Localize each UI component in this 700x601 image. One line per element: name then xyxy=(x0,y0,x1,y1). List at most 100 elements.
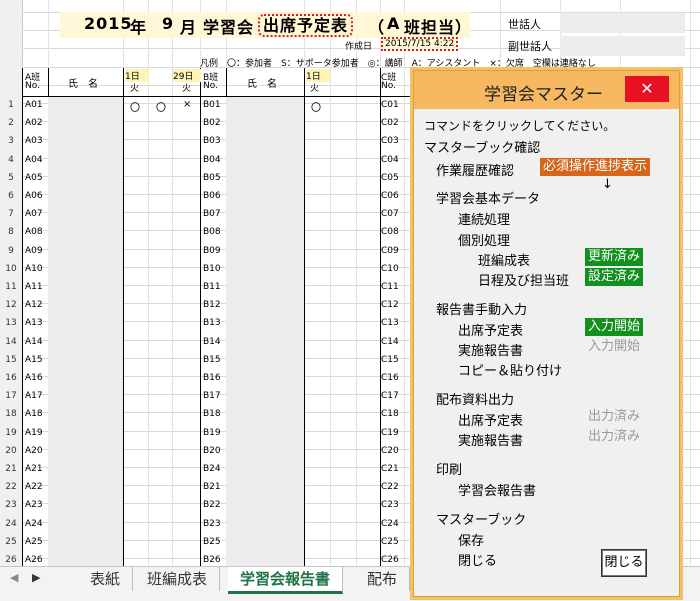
dialog-close-icon[interactable]: ✕ xyxy=(625,76,669,102)
row-number[interactable]: 5 xyxy=(0,173,22,183)
row-number[interactable]: 10 xyxy=(0,264,22,274)
b-member-id[interactable]: B15 xyxy=(203,355,221,365)
row-number[interactable]: 1 xyxy=(0,100,22,110)
b-member-id[interactable]: B10 xyxy=(203,264,221,274)
c-member-id[interactable]: C15 xyxy=(381,355,399,365)
row-number[interactable]: 23 xyxy=(0,500,22,510)
row-number[interactable]: 25 xyxy=(0,537,22,547)
c-member-id[interactable]: C01 xyxy=(381,100,399,110)
c-member-id[interactable]: C07 xyxy=(381,209,399,219)
b-member-id[interactable]: B05 xyxy=(203,173,221,183)
close-book-command[interactable]: 閉じる xyxy=(458,550,497,569)
row-number[interactable]: 7 xyxy=(0,209,22,219)
c-member-id[interactable]: C04 xyxy=(381,155,399,165)
a-member-id[interactable]: A16 xyxy=(25,373,43,383)
a-member-id[interactable]: A09 xyxy=(25,246,43,256)
row-number[interactable]: 4 xyxy=(0,155,22,165)
row-number[interactable]: 9 xyxy=(0,246,22,256)
b-member-id[interactable]: B14 xyxy=(203,337,221,347)
c-member-id[interactable]: C22 xyxy=(381,482,399,492)
a-member-id[interactable]: A23 xyxy=(25,500,43,510)
tab-cover[interactable]: 表紙 xyxy=(78,567,134,591)
a-member-id[interactable]: A01 xyxy=(25,100,43,110)
dialog-title-bar[interactable]: 学習会マスター ✕ xyxy=(414,71,679,109)
c-member-id[interactable]: C11 xyxy=(381,282,399,292)
row-number[interactable]: 17 xyxy=(0,391,22,401)
b-member-id[interactable]: B20 xyxy=(203,446,221,456)
b-member-id[interactable]: B26 xyxy=(203,555,221,565)
group-table-command[interactable]: 班編成表 xyxy=(478,250,530,269)
a-member-id[interactable]: A06 xyxy=(25,191,43,201)
b-member-id[interactable]: B24 xyxy=(203,464,221,474)
history-command[interactable]: 作業履歴確認 xyxy=(436,160,514,179)
c-member-id[interactable]: C26 xyxy=(381,555,399,565)
c-member-id[interactable]: C13 xyxy=(381,318,399,328)
c-member-id[interactable]: C02 xyxy=(381,118,399,128)
a-member-id[interactable]: A11 xyxy=(25,282,43,292)
c-member-id[interactable]: C17 xyxy=(381,391,399,401)
row-number[interactable]: 12 xyxy=(0,300,22,310)
b-member-id[interactable]: B11 xyxy=(203,282,221,292)
dist-attendance-command[interactable]: 出席予定表 xyxy=(458,410,523,429)
a-member-id[interactable]: A22 xyxy=(25,482,43,492)
c-member-id[interactable]: C09 xyxy=(381,246,399,256)
a-member-id[interactable]: A26 xyxy=(25,555,43,565)
row-number[interactable]: 26 xyxy=(0,555,22,565)
row-number[interactable]: 8 xyxy=(0,227,22,237)
c-member-id[interactable]: C24 xyxy=(381,519,399,529)
row-number[interactable]: 6 xyxy=(0,191,22,201)
b-member-id[interactable]: B01 xyxy=(203,100,221,110)
continuous-command[interactable]: 連続処理 xyxy=(458,209,510,228)
tab-distribution[interactable]: 配布 xyxy=(355,567,411,591)
b-member-id[interactable]: B03 xyxy=(203,136,221,146)
a-member-id[interactable]: A13 xyxy=(25,318,43,328)
row-number[interactable]: 22 xyxy=(0,482,22,492)
row-number[interactable]: 21 xyxy=(0,464,22,474)
b-member-id[interactable]: B21 xyxy=(203,482,221,492)
a-member-id[interactable]: A21 xyxy=(25,464,43,474)
b-member-id[interactable]: B18 xyxy=(203,409,221,419)
a-member-id[interactable]: A20 xyxy=(25,446,43,456)
a-member-id[interactable]: A17 xyxy=(25,391,43,401)
b-member-id[interactable]: B23 xyxy=(203,519,221,529)
a-member-id[interactable]: A10 xyxy=(25,264,43,274)
a-member-id[interactable]: A14 xyxy=(25,337,43,347)
tab-study-report[interactable]: 学習会報告書 xyxy=(228,567,344,594)
attendance-input-command[interactable]: 出席予定表 xyxy=(458,320,523,339)
b-member-id[interactable]: B08 xyxy=(203,227,221,237)
a-member-id[interactable]: A15 xyxy=(25,355,43,365)
row-number[interactable]: 18 xyxy=(0,409,22,419)
copy-paste-command[interactable]: コピー＆貼り付け xyxy=(458,360,562,379)
c-member-id[interactable]: C12 xyxy=(381,300,399,310)
row-number[interactable]: 14 xyxy=(0,337,22,347)
a-member-id[interactable]: A24 xyxy=(25,519,43,529)
row-number[interactable]: 16 xyxy=(0,373,22,383)
b-member-id[interactable]: B22 xyxy=(203,500,221,510)
a-member-id[interactable]: A02 xyxy=(25,118,43,128)
c-member-id[interactable]: C08 xyxy=(381,227,399,237)
a-member-id[interactable]: A12 xyxy=(25,300,43,310)
row-number[interactable]: 15 xyxy=(0,355,22,365)
c-member-id[interactable]: C16 xyxy=(381,373,399,383)
a-member-id[interactable]: A08 xyxy=(25,227,43,237)
b-member-id[interactable]: B06 xyxy=(203,191,221,201)
c-member-id[interactable]: C03 xyxy=(381,136,399,146)
c-member-id[interactable]: C19 xyxy=(381,428,399,438)
save-command[interactable]: 保存 xyxy=(458,530,484,549)
b-member-id[interactable]: B19 xyxy=(203,428,221,438)
c-member-id[interactable]: C23 xyxy=(381,500,399,510)
c-member-id[interactable]: C06 xyxy=(381,191,399,201)
master-check-command[interactable]: マスターブック確認 xyxy=(424,137,540,156)
c-member-id[interactable]: C18 xyxy=(381,409,399,419)
b-member-id[interactable]: B04 xyxy=(203,155,221,165)
row-number[interactable]: 13 xyxy=(0,318,22,328)
c-member-id[interactable]: C20 xyxy=(381,446,399,456)
dialog-close-button[interactable]: 閉じる xyxy=(601,549,647,577)
tab-scroll-right-icon[interactable]: ▶ xyxy=(32,571,40,584)
row-number[interactable]: 11 xyxy=(0,282,22,292)
row-number[interactable]: 3 xyxy=(0,136,22,146)
b-member-id[interactable]: B07 xyxy=(203,209,221,219)
row-number[interactable]: 2 xyxy=(0,118,22,128)
a-member-id[interactable]: A03 xyxy=(25,136,43,146)
b-member-id[interactable]: B25 xyxy=(203,537,221,547)
